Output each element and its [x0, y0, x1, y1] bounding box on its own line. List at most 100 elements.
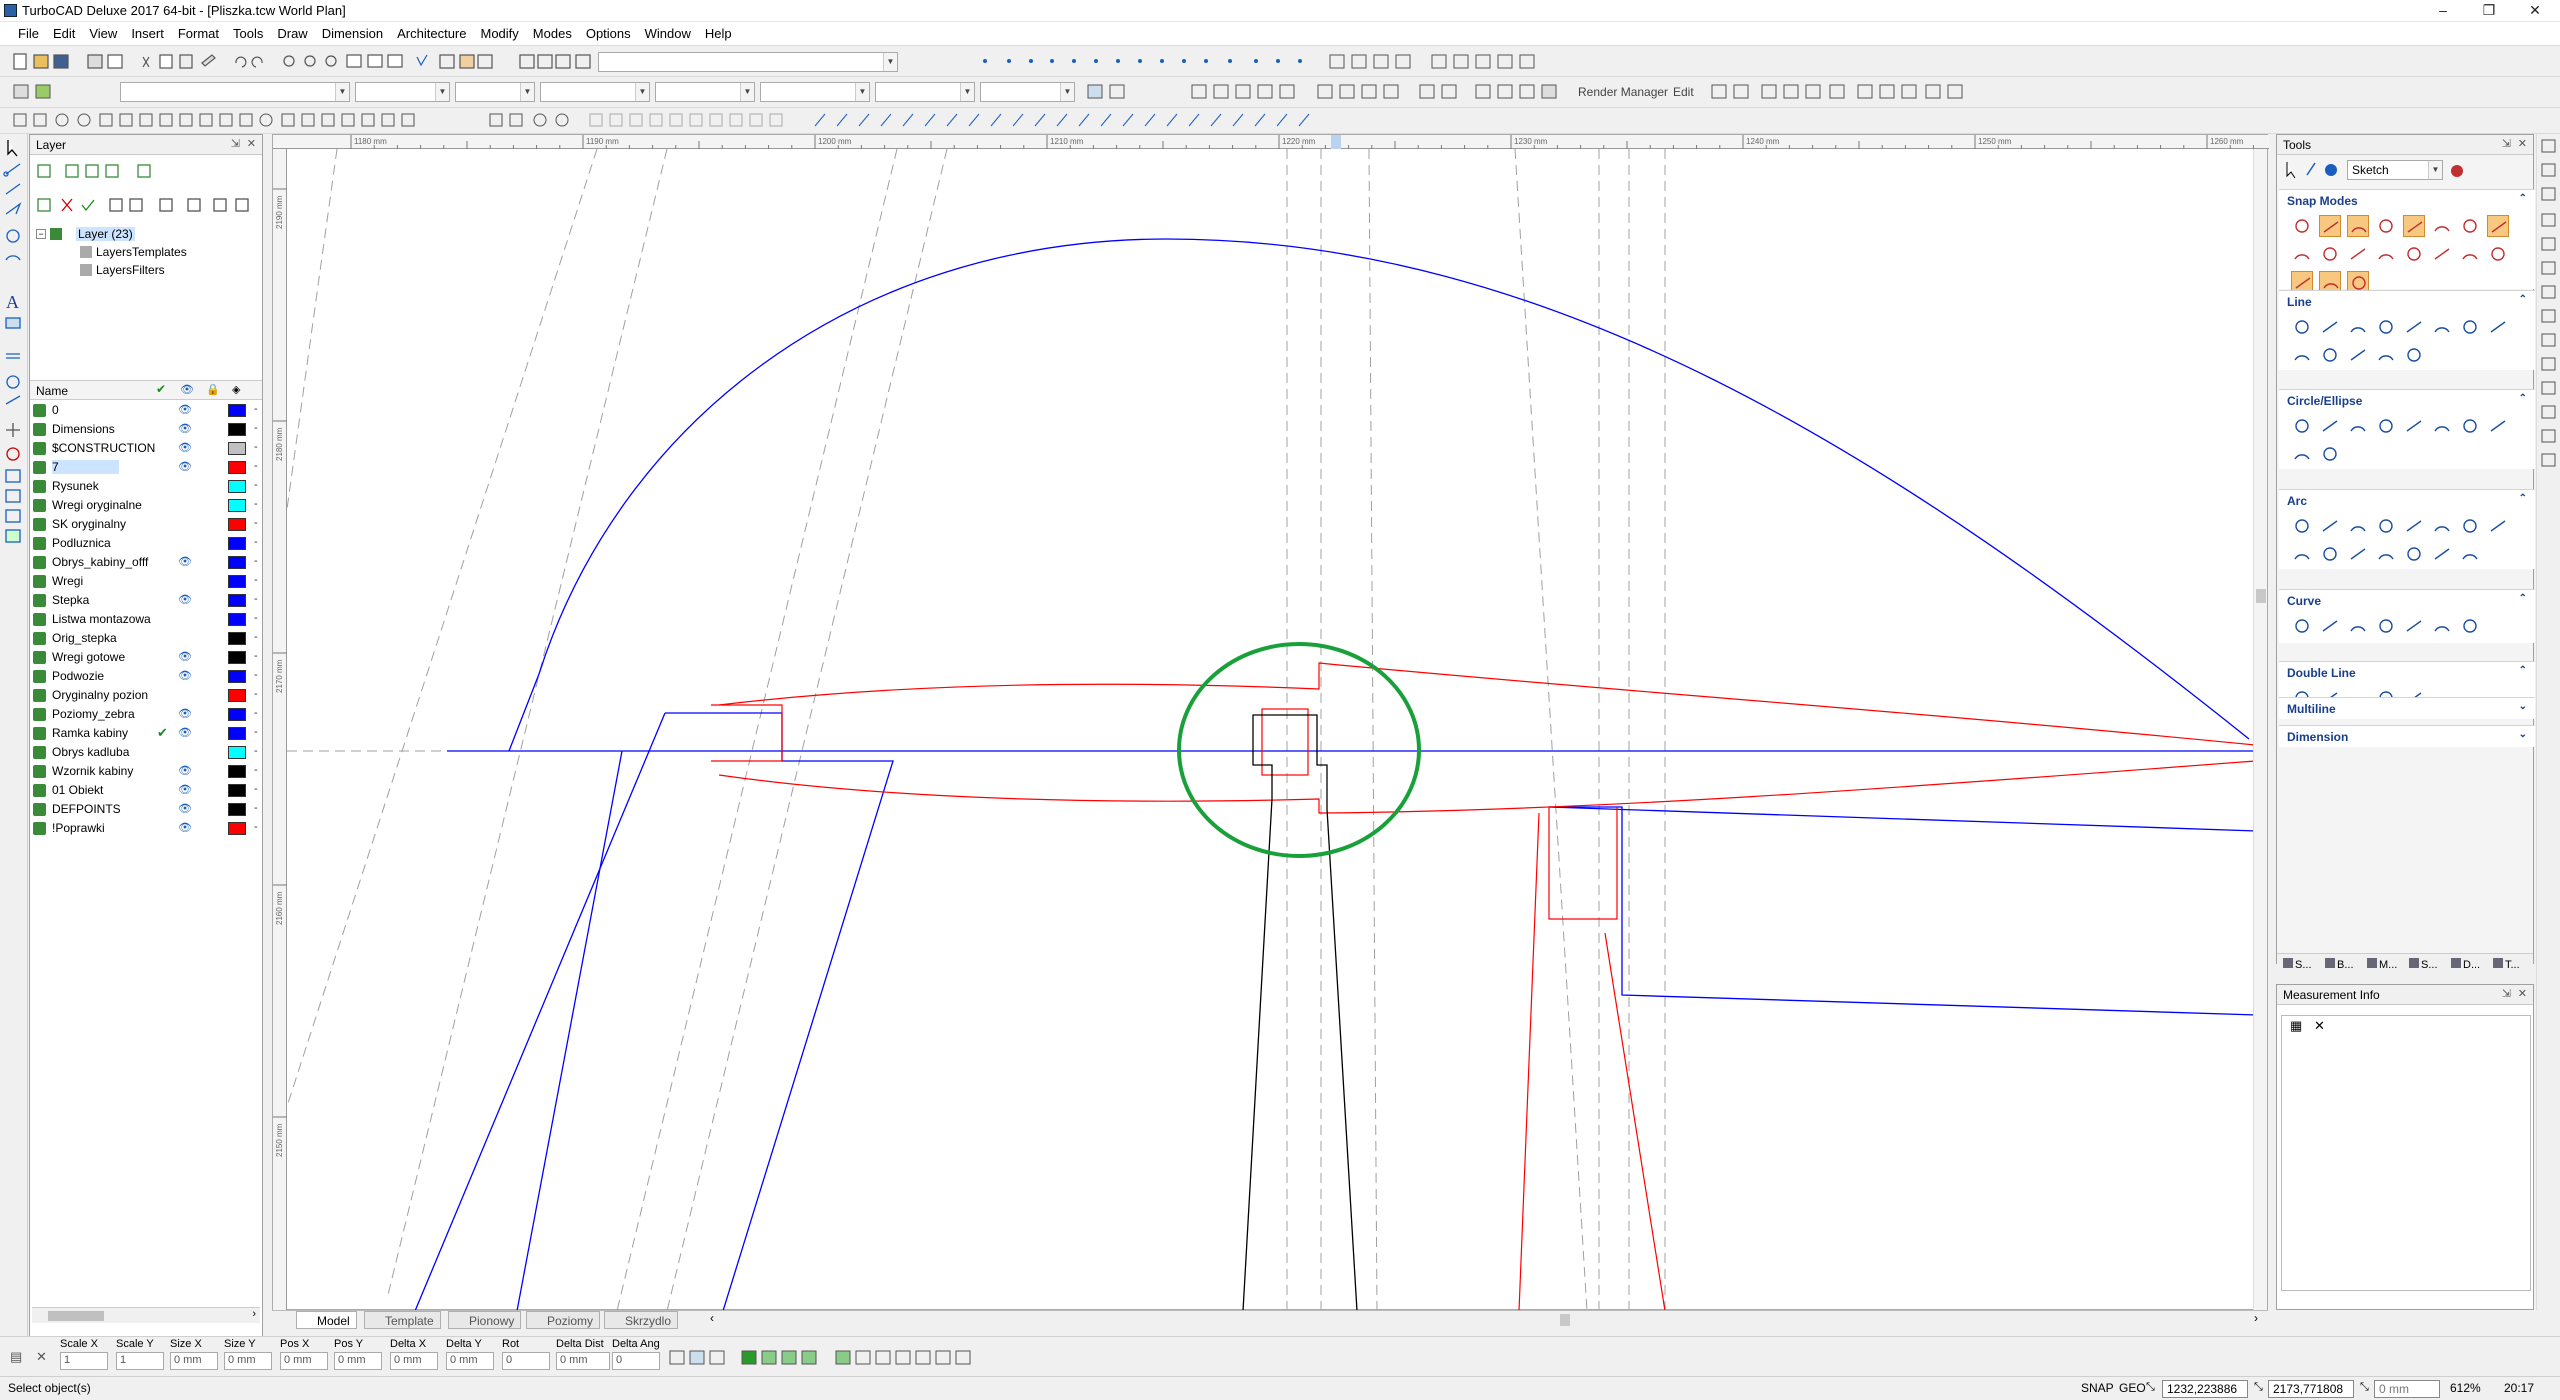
menu-modify[interactable]: Modify: [474, 22, 526, 45]
inspector-input[interactable]: 0 mm: [280, 1352, 328, 1370]
strut-box[interactable]: [1548, 807, 1618, 920]
render-manager-button[interactable]: Render Manager: [1578, 85, 1668, 99]
tool-button-icon[interactable]: [2375, 243, 2397, 265]
layer-color-swatch[interactable]: [228, 537, 246, 550]
inspector-input[interactable]: 0 mm: [170, 1352, 218, 1370]
tools-bottom-tab[interactable]: B...: [2325, 958, 2354, 971]
visible-eye-icon[interactable]: 👁: [178, 821, 192, 834]
layer-name[interactable]: Podwozie: [52, 669, 104, 683]
visible-eye-icon[interactable]: 👁: [178, 783, 192, 796]
tool-button-icon[interactable]: [2291, 515, 2313, 537]
coord-x[interactable]: 1232,223886: [2162, 1380, 2248, 1398]
tool-section-header[interactable]: Dimension ⌄: [2279, 725, 2535, 747]
sheet-tab[interactable]: Template: [364, 1311, 441, 1329]
layer-name[interactable]: Obrys kadluba: [52, 745, 129, 759]
right-strip-tools[interactable]: [2537, 134, 2560, 494]
inspector-input[interactable]: 0 mm: [390, 1352, 438, 1370]
tool-button-icon[interactable]: [2291, 344, 2313, 366]
layer-row[interactable]: Wzornik kabiny 👁 -: [30, 762, 262, 781]
layer-row[interactable]: Obrys kadluba -: [30, 743, 262, 762]
layer-color-swatch[interactable]: [228, 651, 246, 664]
tool-button-icon[interactable]: [2375, 515, 2397, 537]
strut-left[interactable]: [1518, 812, 1540, 1311]
column-color-icon[interactable]: ◈: [232, 383, 240, 396]
color-combo[interactable]: ▼: [355, 82, 450, 102]
close-icon[interactable]: ✕: [2518, 137, 2527, 150]
wing-top-contour[interactable]: [718, 662, 2256, 746]
inspector-input[interactable]: 0: [612, 1352, 660, 1370]
tool-button-icon[interactable]: [2375, 543, 2397, 565]
layer-linestyle[interactable]: -: [254, 669, 258, 681]
layer-color-swatch[interactable]: [228, 632, 246, 645]
collapse-icon[interactable]: ⌃: [2519, 665, 2527, 676]
coord-z[interactable]: 0 mm: [2374, 1380, 2440, 1398]
layer-name[interactable]: DEFPOINTS: [52, 802, 121, 816]
inspector-input[interactable]: 1: [60, 1352, 108, 1370]
inspector-close-icon[interactable]: ✕: [36, 1349, 47, 1365]
tool-button-icon[interactable]: [2319, 515, 2341, 537]
cad-drawing[interactable]: [287, 149, 2269, 1311]
inspector-input[interactable]: 0 mm: [446, 1352, 494, 1370]
layer-name[interactable]: Poziomy_zebra: [52, 707, 135, 721]
layer-color-swatch[interactable]: [228, 423, 246, 436]
tools-bottom-tab[interactable]: D...: [2451, 958, 2480, 971]
layer-row[interactable]: Podluznica -: [30, 534, 262, 553]
visible-eye-icon[interactable]: 👁: [178, 403, 192, 416]
visible-eye-icon[interactable]: 👁: [178, 669, 192, 682]
tools-bottom-tab[interactable]: M...: [2367, 958, 2397, 971]
collapse-icon[interactable]: ⌃: [2519, 393, 2527, 404]
layer-linestyle[interactable]: -: [254, 688, 258, 700]
tool-button-icon[interactable]: [2487, 515, 2509, 537]
tool-button-icon[interactable]: [2403, 415, 2425, 437]
layer-color-swatch[interactable]: [228, 442, 246, 455]
tool-button-icon[interactable]: [2431, 615, 2453, 637]
tool-button-icon[interactable]: [2347, 316, 2369, 338]
layer-name[interactable]: Rysunek: [52, 479, 99, 493]
column-current-icon[interactable]: ✔: [156, 382, 166, 396]
layer-name[interactable]: 01 Obiekt: [52, 783, 103, 797]
clear-icon[interactable]: ✕: [2314, 1018, 2325, 1034]
tree-collapse-toggle[interactable]: −: [36, 229, 46, 239]
tool-button-icon[interactable]: [2459, 515, 2481, 537]
layer-row[interactable]: Listwa montazowa -: [30, 610, 262, 629]
tool-button-icon[interactable]: [2403, 344, 2425, 366]
layer-linestyle[interactable]: -: [254, 498, 258, 510]
frame-right-upper[interactable]: [1548, 806, 2258, 832]
layer-linestyle[interactable]: -: [254, 821, 258, 833]
layer-name[interactable]: Listwa montazowa: [52, 612, 151, 626]
canvas-vscroll-thumb[interactable]: [2256, 589, 2266, 603]
layer-color-swatch[interactable]: [228, 670, 246, 683]
pen-combo[interactable]: ▼: [455, 82, 535, 102]
menu-modes[interactable]: Modes: [526, 22, 579, 45]
style-combo[interactable]: ▼: [980, 82, 1075, 102]
tool-button-icon[interactable]: [2487, 243, 2509, 265]
tool-button-icon[interactable]: [2319, 415, 2341, 437]
tool-button-icon[interactable]: [2459, 243, 2481, 265]
tools-bottom-tab[interactable]: T...: [2493, 958, 2520, 971]
layer-linestyle[interactable]: -: [254, 612, 258, 624]
layer-hscrollbar[interactable]: ›: [32, 1307, 260, 1323]
layer-row[interactable]: Wregi oryginalne -: [30, 496, 262, 515]
layer-color-swatch[interactable]: [228, 708, 246, 721]
column-name[interactable]: Name: [36, 384, 68, 398]
menu-view[interactable]: View: [82, 22, 124, 45]
layer-name[interactable]: Wregi oryginalne: [52, 498, 142, 512]
frame-right-lower[interactable]: [1549, 806, 2258, 1016]
expand-icon[interactable]: ⌄: [2519, 729, 2527, 740]
tool-button-icon[interactable]: [2459, 215, 2481, 237]
layer-linestyle[interactable]: -: [254, 460, 258, 472]
tool-button-icon[interactable]: [2319, 243, 2341, 265]
collapse-icon[interactable]: ⌃: [2519, 593, 2527, 604]
tool-button-icon[interactable]: [2375, 615, 2397, 637]
layer-color-swatch[interactable]: [228, 689, 246, 702]
tool-button-icon[interactable]: [2487, 215, 2509, 237]
tool-section-header[interactable]: Snap Modes ⌃: [2279, 189, 2535, 211]
close-icon[interactable]: ✕: [2518, 987, 2527, 1000]
tree-layers-templates[interactable]: LayersTemplates: [96, 245, 187, 259]
layer-row[interactable]: Wregi gotowe 👁 -: [30, 648, 262, 667]
layer-name[interactable]: !Poprawki: [52, 821, 105, 835]
tool-button-icon[interactable]: [2431, 215, 2453, 237]
layer-name[interactable]: Wzornik kabiny: [52, 764, 133, 778]
command-combo[interactable]: ▼: [598, 52, 898, 72]
tool-button-icon[interactable]: [2291, 415, 2313, 437]
